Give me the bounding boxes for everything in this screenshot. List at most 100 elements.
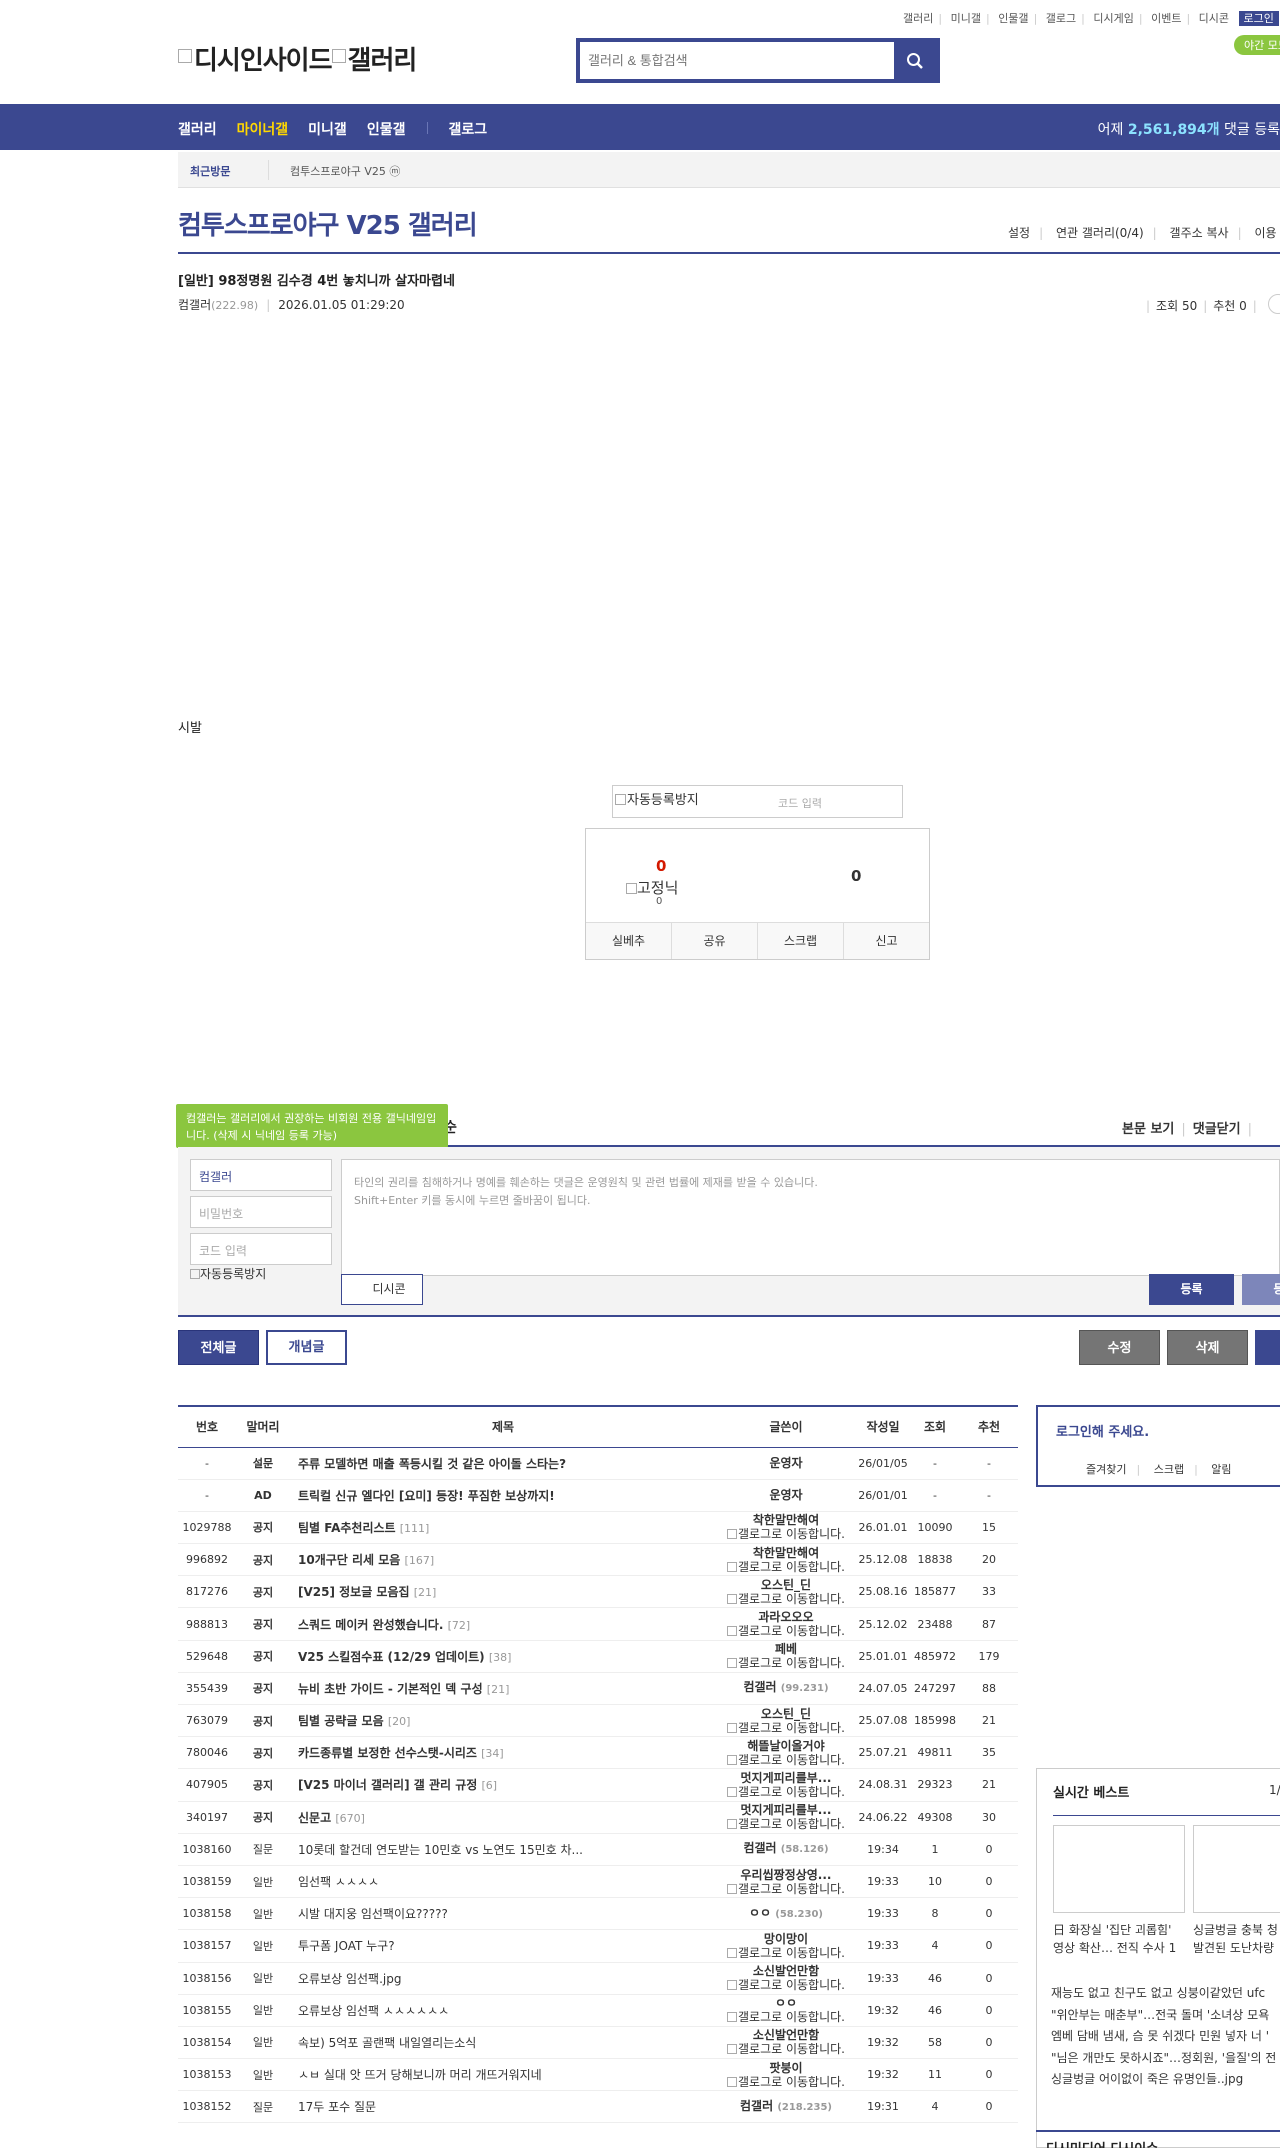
writer-nick[interactable]: 착한말만해여 (718, 1546, 854, 1560)
table-row[interactable]: 1038157 일반 투구폼 JOAT 누구? 망이망이 갤로그로 이동합니다. 19:3… (178, 1929, 1018, 1963)
login-button[interactable]: 로그인 (1238, 11, 1279, 26)
gallery-settings-link[interactable]: 설정 (1008, 226, 1030, 240)
best-list-item[interactable]: 엠베 담배 냄새, 슴 못 쉬겠다 민원 넣자 너 ' (1051, 2026, 1276, 2048)
post-subject[interactable]: 오류보상 임선팩.jpg (290, 1962, 716, 1995)
notification-link[interactable]: 알림 (1211, 1463, 1231, 1476)
nav-mini-gallery[interactable]: 미니갤 (308, 119, 347, 139)
gallery-title[interactable]: 컴투스프로야구 V25 갤러리 (178, 205, 478, 242)
best-thumbnail[interactable] (1193, 1825, 1280, 1913)
post-subject-text[interactable]: 주류 모델하면 매출 폭등시킬 것 같은 아이돌 스타는? (298, 1457, 566, 1471)
post-writer[interactable]: 컴갤러 (58.126) (716, 1833, 856, 1866)
share-button[interactable]: 공유 (672, 923, 758, 959)
util-link-dcgame[interactable]: 디시게임 (1093, 12, 1133, 25)
writer-nick[interactable]: 오스틴_딘 (718, 1707, 854, 1721)
recent-visit-item[interactable]: 컴투스프로야구 V25 ⓜ (290, 163, 400, 179)
post-writer[interactable]: 과라오오오 갤로그로 이동합니다. (716, 1607, 856, 1641)
reply-count[interactable]: [21] (414, 1586, 437, 1599)
gallog-image[interactable]: 갤로그로 이동합니다. (718, 1721, 854, 1735)
table-row[interactable]: 407905 공지 [V25 마이너 갤러리] 갤 관리 규정 [6] 멋지게피리를부… (178, 1768, 1018, 1802)
table-row[interactable]: 1038153 일반 ㅅㅂ 실대 앗 뜨거 당해보니까 머리 개뜨거워지네 팟붕이 갤로… (178, 2058, 1018, 2092)
post-subject-text[interactable]: 17두 포수 질문 (298, 2100, 376, 2114)
nav-gallog[interactable]: 갤로그 (448, 119, 487, 139)
nav-minor-gallery[interactable]: 마이너갤 (237, 119, 289, 139)
table-row[interactable]: 996892 공지 10개구단 리세 모음 [167] 착한말만해여 갤로그로 이동합니… (178, 1543, 1018, 1577)
util-link-event[interactable]: 이벤트 (1151, 12, 1181, 25)
best-list-item[interactable]: 싱글벙글 어이없이 죽은 유명인들..jpg (1051, 2069, 1276, 2091)
recommend-down-count[interactable]: 0 (851, 867, 861, 885)
post-subject-text[interactable]: ㅅㅂ 실대 앗 뜨거 당해보니까 머리 개뜨거워지네 (298, 2068, 542, 2082)
nav-gallery[interactable]: 갤러리 (178, 119, 217, 139)
post-subject-text[interactable]: 카드종류별 보정한 선수스탯-시리즈 (298, 1746, 477, 1760)
table-row[interactable]: 780046 공지 카드종류별 보정한 선수스탯-시리즈 [34] 해뜰날이올거야 갤로… (178, 1736, 1018, 1770)
post-subject[interactable]: [V25] 정보글 모음집 [21] (290, 1575, 716, 1609)
gallog-image[interactable]: 갤로그로 이동합니다. (718, 2042, 854, 2056)
post-writer[interactable]: 멋지게피리를부... 갤로그로 이동합니다. (716, 1768, 856, 1802)
writer-nick[interactable]: 착한말만해여 (718, 1513, 854, 1527)
best-list-item[interactable]: 재능도 없고 친구도 없고 싱붕이같았던 ufc (1051, 1983, 1276, 2005)
related-gallery-link[interactable]: 연관 갤러리(0/4) (1056, 226, 1144, 240)
table-row[interactable]: 1038155 일반 오류보상 임선팩 ㅅㅅㅅㅅㅅㅅ ㅇㅇ 갤로그로 이동합니다. 19:… (178, 1994, 1018, 2027)
writer-nick[interactable]: 멋지게피리를부... (718, 1803, 854, 1817)
best-list-item[interactable]: "위안부는 매춘부"…전국 돌며 '소녀상 모욕 (1051, 2005, 1276, 2027)
post-writer[interactable]: 우리씹짱정상영... 갤로그로 이동합니다. (716, 1865, 856, 1899)
gallog-image[interactable]: 갤로그로 이동합니다. (718, 1592, 854, 1606)
post-subject-text[interactable]: 임선팩 ㅅㅅㅅㅅ (298, 1875, 379, 1889)
post-subject[interactable]: 10개구단 리세 모음 [167] (290, 1543, 716, 1577)
reply-count[interactable]: [38] (489, 1651, 512, 1664)
writer-nick[interactable]: 망이망이 (718, 1932, 854, 1946)
post-writer[interactable]: ㅇㅇ (58.230) (716, 1897, 856, 1931)
comment-code-field[interactable]: 코드 입력 (190, 1233, 332, 1265)
report-button[interactable]: 신고 (844, 923, 929, 959)
reply-count[interactable]: [21] (487, 1683, 510, 1696)
gallog-image[interactable]: 갤로그로 이동합니다. (718, 1946, 854, 1960)
table-row[interactable]: 1038152 질문 17두 포수 질문 컴갤러 (218.235) 19:31 4 0 (178, 2090, 1018, 2124)
comment-textarea[interactable]: 타인의 권리를 침해하거나 명예를 훼손하는 댓글은 운영원칙 및 관련 법률에… (341, 1159, 1280, 1276)
post-writer[interactable]: 소신발언만함 갤로그로 이동합니다. (716, 2026, 856, 2060)
post-subject-text[interactable]: 시발 대지웅 임선팩이요????? (298, 1907, 448, 1921)
reply-count[interactable]: [167] (405, 1554, 435, 1567)
post-writer[interactable]: 컴갤러 (218.235) (716, 2090, 856, 2124)
table-row[interactable]: 529648 공지 V25 스킬점수표 (12/29 업데이트) [38] 페베 갤로그… (178, 1640, 1018, 1673)
post-writer[interactable]: 페베 갤로그로 이동합니다. (716, 1640, 856, 1673)
reply-count[interactable]: [72] (448, 1619, 471, 1632)
post-subject-text[interactable]: 신문고 (298, 1811, 331, 1825)
post-writer[interactable]: 소신발언만함 갤로그로 이동합니다. (716, 1962, 856, 1995)
post-subject[interactable]: V25 스킬점수표 (12/29 업데이트) [38] (290, 1640, 716, 1673)
gallog-image[interactable]: 갤로그로 이동합니다. (718, 2010, 854, 2024)
scrap-link[interactable]: 스크랩 (1154, 1463, 1184, 1476)
post-writer[interactable]: 팟붕이 갤로그로 이동합니다. (716, 2058, 856, 2092)
reply-count[interactable]: [670] (335, 1812, 365, 1825)
post-subject[interactable]: 속보) 5억포 골랜팩 내일열리는소식 (290, 2026, 716, 2060)
util-link-person[interactable]: 인물갤 (998, 12, 1028, 25)
gallog-image[interactable]: 갤로그로 이동합니다. (718, 2075, 854, 2089)
post-writer[interactable]: 착한말만해여 갤로그로 이동합니다. (716, 1543, 856, 1577)
comment-password-field[interactable]: 비밀번호 (190, 1196, 332, 1228)
post-author[interactable]: 컴갤러 (178, 298, 211, 312)
post-writer[interactable]: 오스틴_딘 갤로그로 이동합니다. (716, 1575, 856, 1609)
table-row[interactable]: 1038160 질문 10롯데 할건데 연도받는 10민호 vs 노연도 15민호 … (178, 1833, 1018, 1866)
gallog-image[interactable]: 갤로그로 이동합니다. (718, 1624, 854, 1638)
post-subject[interactable]: 뉴비 초반 가이드 - 기본적인 덱 구성 [21] (290, 1672, 716, 1706)
writer-nick[interactable]: 소신발언만함 (718, 2028, 854, 2042)
writer-nick[interactable]: 멋지게피리를부... (718, 1771, 854, 1785)
writer-nick[interactable]: 운영자 (769, 1488, 802, 1502)
writer-nick[interactable]: ㅇㅇ (718, 1996, 854, 2010)
table-row[interactable]: 763079 공지 팀별 공략글 모음 [20] 오스틴_딘 갤로그로 이동합니다. 25… (178, 1704, 1018, 1738)
dc-media-title[interactable]: 디시미디어 디시이슈 (1046, 2138, 1158, 2148)
best-list-item[interactable]: "님은 개만도 못하시죠"…정회원, '을질'의 전 (1051, 2048, 1276, 2070)
writer-nick[interactable]: 운영자 (769, 1456, 802, 1470)
post-subject[interactable]: [V25 마이너 갤러리] 갤 관리 규정 [6] (290, 1768, 716, 1802)
table-row[interactable]: 355439 공지 뉴비 초반 가이드 - 기본적인 덱 구성 [21] 컴갤러 (9… (178, 1672, 1018, 1706)
post-subject[interactable]: 신문고 [670] (290, 1801, 716, 1834)
table-row[interactable]: 1038158 일반 시발 대지웅 임선팩이요????? ㅇㅇ (58.230) 19:… (178, 1897, 1018, 1931)
edit-button[interactable]: 수정 (1079, 1330, 1160, 1365)
post-writer[interactable]: 운영자 (716, 1447, 856, 1480)
best-thumbnail[interactable] (1053, 1825, 1185, 1913)
best-recommend-button[interactable]: 실베추 (586, 923, 672, 959)
post-subject-text[interactable]: [V25 마이너 갤러리] 갤 관리 규정 (298, 1778, 477, 1792)
table-row[interactable]: - AD 트릭컬 신규 엘다인 [요미] 등장! 푸짐한 보상까지! 운영자 26/01… (178, 1479, 1018, 1512)
gallog-image[interactable]: 갤로그로 이동합니다. (718, 1882, 854, 1896)
post-subject-text[interactable]: 10롯데 할건데 연도받는 10민호 vs 노연도 15민호 차... (298, 1843, 583, 1857)
comment-submit-button[interactable]: 등록 (1149, 1274, 1234, 1305)
search-button[interactable] (894, 42, 936, 79)
